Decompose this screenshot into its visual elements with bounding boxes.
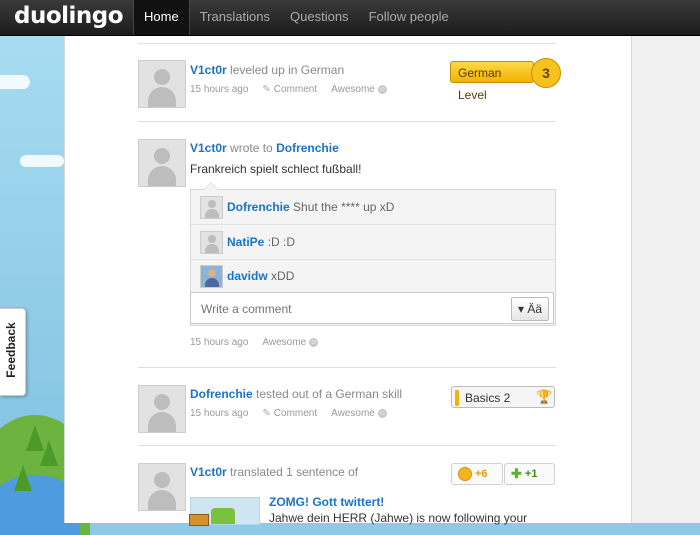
event-action: wrote to	[230, 141, 273, 155]
level-badge: German Level	[450, 61, 534, 102]
divider	[138, 121, 556, 122]
tree	[40, 440, 58, 466]
comment-avatar[interactable]	[200, 196, 223, 219]
nav-translations[interactable]: Translations	[190, 0, 280, 35]
smiley-icon: ☺	[377, 409, 387, 418]
comment-content: NatiPe :D :D	[227, 235, 295, 249]
feedback-tab[interactable]: Feedback	[0, 308, 26, 396]
skill-badge[interactable]: Basics 2 🏆	[451, 386, 555, 408]
coins-value: +6	[475, 468, 488, 480]
cloud	[0, 75, 30, 89]
avatar[interactable]	[138, 463, 186, 511]
skill-points-value: +1	[524, 468, 538, 480]
event-headline: V1ct0r wrote to Dofrenchie	[190, 141, 339, 155]
divider	[138, 43, 556, 44]
event-action: translated 1 sentence of	[230, 465, 359, 479]
user-link[interactable]: Dofrenchie	[190, 387, 253, 401]
comment-text: xDD	[271, 269, 295, 283]
user-link[interactable]: V1ct0r	[190, 63, 227, 77]
skill-label: Basics 2	[465, 391, 511, 405]
target-user-link[interactable]: Dofrenchie	[276, 141, 339, 155]
awesome-action[interactable]: Awesome ☺	[262, 337, 319, 348]
puzzle-icon: ✚	[511, 466, 522, 481]
timestamp: 15 hours ago	[190, 408, 249, 419]
comment-text: :D :D	[267, 235, 296, 249]
event-headline: V1ct0r translated 1 sentence of	[190, 465, 358, 479]
comment-label: Comment	[273, 408, 318, 419]
comment-user[interactable]: davidw	[227, 269, 268, 283]
comment-text: Shut the **** up xD	[293, 200, 395, 214]
feedback-label: Feedback	[4, 322, 18, 378]
comment-avatar[interactable]	[200, 265, 223, 288]
main-nav: Home Translations Questions Follow peopl…	[133, 0, 459, 35]
comment-content: Dofrenchie Shut the **** up xD	[227, 200, 394, 214]
smiley-icon: ☺	[309, 338, 319, 347]
coin-icon	[458, 467, 472, 481]
avatar[interactable]	[138, 385, 186, 433]
nav-questions[interactable]: Questions	[280, 0, 359, 35]
awesome-action[interactable]: Awesome ☺	[331, 408, 387, 419]
skill-points-badge: ✚ +1	[504, 463, 555, 485]
timestamp: 15 hours ago	[190, 84, 249, 95]
event-action: leveled up in German	[230, 63, 345, 77]
message-text: Frankreich spielt schlect fußball!	[190, 162, 362, 176]
treasure-chest-icon	[189, 514, 209, 526]
smiley-icon: ☺	[377, 85, 387, 94]
special-characters-button[interactable]: ▾ Ää	[511, 297, 549, 321]
awesome-action[interactable]: Awesome ☺	[331, 84, 387, 95]
avatar[interactable]	[138, 60, 186, 108]
user-link[interactable]: V1ct0r	[190, 465, 227, 479]
comment-input-wrapper: ▾ Ää	[190, 292, 554, 324]
document-title-link[interactable]: ZOMG! Gott twittert!	[269, 495, 384, 509]
pencil-icon: ✎	[262, 84, 271, 95]
comment-label: Comment	[273, 84, 318, 95]
event-headline: Dofrenchie tested out of a German skill	[190, 387, 402, 401]
divider	[138, 445, 556, 446]
comment-input[interactable]	[199, 294, 503, 324]
duolingo-logo[interactable]: duolingo	[14, 3, 124, 29]
comment-row: davidw xDD	[191, 260, 555, 294]
event-headline: V1ct0r leveled up in German	[190, 63, 344, 77]
comment-row: Dofrenchie Shut the **** up xD	[191, 190, 555, 225]
event-meta: 15 hours ago ✎ Comment Awesome ☺	[190, 84, 387, 95]
special-characters-label: Ää	[527, 302, 543, 316]
background-landscape	[0, 35, 90, 535]
cloud	[20, 155, 64, 167]
comment-avatar[interactable]	[200, 231, 223, 254]
awesome-label: Awesome	[331, 408, 375, 419]
coins-badge: +6	[451, 463, 503, 485]
comment-user[interactable]: NatiPe	[227, 235, 264, 249]
divider	[138, 367, 556, 368]
document-thumbnail[interactable]	[189, 497, 260, 526]
comment-content: davidw xDD	[227, 269, 294, 283]
awesome-label: Awesome	[331, 84, 375, 95]
comment-user[interactable]: Dofrenchie	[227, 200, 290, 214]
nav-follow-people[interactable]: Follow people	[359, 0, 459, 35]
event-action: tested out of a German skill	[256, 387, 403, 401]
event-meta: 15 hours ago Awesome ☺	[190, 337, 319, 348]
comment-action[interactable]: ✎ Comment	[262, 84, 317, 95]
level-number: 3	[531, 58, 561, 88]
nav-home[interactable]: Home	[133, 0, 190, 35]
tree	[14, 465, 32, 491]
awesome-label: Awesome	[262, 337, 307, 348]
owl-icon	[211, 508, 235, 524]
trophy-icon: 🏆	[536, 389, 553, 404]
top-navigation-bar: duolingo Home Translations Questions Fol…	[0, 0, 700, 36]
comment-row: NatiPe :D :D	[191, 225, 555, 260]
timestamp: 15 hours ago	[190, 337, 249, 348]
right-gutter	[631, 35, 700, 523]
comment-action[interactable]: ✎ Comment	[262, 408, 317, 419]
pencil-icon: ✎	[262, 408, 271, 419]
avatar[interactable]	[138, 139, 186, 187]
user-link[interactable]: V1ct0r	[190, 141, 227, 155]
event-meta: 15 hours ago ✎ Comment Awesome ☺	[190, 408, 387, 419]
